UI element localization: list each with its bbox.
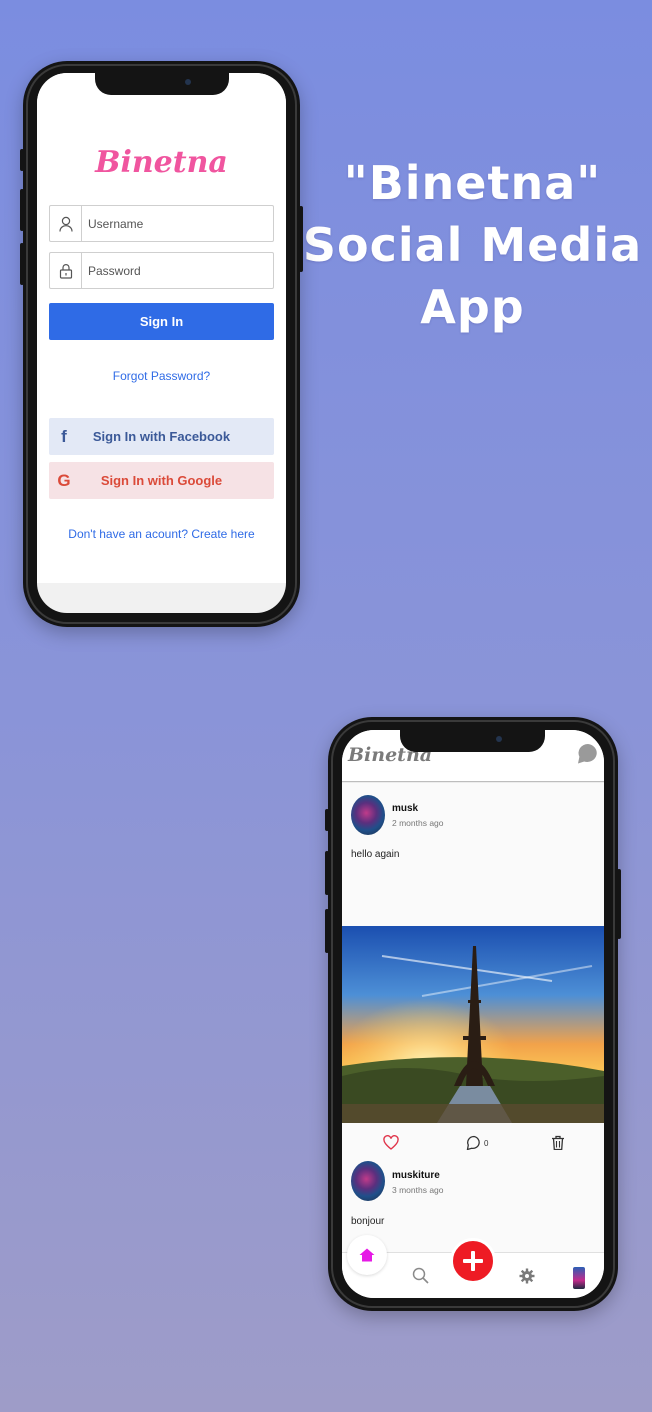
google-icon: G <box>57 470 71 490</box>
google-sign-in-button[interactable]: G Sign In with Google <box>49 462 274 499</box>
promo-title-line2: Social Media <box>302 218 643 272</box>
feed-phone-mockup: Binetna musk 2 months ago hello again 0 … <box>325 717 621 1311</box>
phone-power-button <box>299 206 303 272</box>
comment-icon <box>466 1135 480 1151</box>
create-account-link[interactable]: Don't have an acount? Create here <box>37 527 286 541</box>
sign-in-button[interactable]: Sign In <box>49 303 274 340</box>
heart-icon <box>383 1135 399 1150</box>
phone-mute-button <box>325 809 329 831</box>
app-logo: Binetna <box>95 145 228 180</box>
google-sign-in-label: Sign In with Google <box>100 473 223 488</box>
post-text: bonjour <box>351 1216 385 1227</box>
avatar[interactable] <box>351 1161 385 1201</box>
comment-button[interactable]: 0 <box>466 1135 488 1151</box>
feed-screen: Binetna musk 2 months ago hello again 0 … <box>342 730 604 1298</box>
front-camera <box>496 736 502 742</box>
facebook-sign-in-label: Sign In with Facebook <box>92 429 231 444</box>
phone-volume-down-button <box>20 243 24 285</box>
post-timestamp: 2 months ago <box>392 818 444 828</box>
trash-icon <box>552 1135 564 1151</box>
gear-icon[interactable] <box>519 1268 535 1289</box>
user-icon <box>50 206 82 241</box>
avatar[interactable] <box>351 795 385 835</box>
like-button[interactable] <box>383 1135 399 1150</box>
facebook-icon: f <box>61 426 67 446</box>
facebook-sign-in-button[interactable]: f Sign In with Facebook <box>49 418 274 455</box>
post-card: musk 2 months ago hello again 0 <box>342 783 604 1187</box>
promo-title-line3: App <box>420 280 525 334</box>
post-username[interactable]: musk <box>392 803 418 814</box>
phone-volume-up-button <box>325 851 329 895</box>
comment-count: 0 <box>484 1138 489 1148</box>
phone-power-button <box>617 869 621 939</box>
promo-title: "Binetna" Social Media App <box>300 152 645 338</box>
profile-icon[interactable] <box>573 1267 585 1289</box>
post-username[interactable]: muskiture <box>392 1170 440 1181</box>
username-input[interactable] <box>88 206 268 241</box>
home-button[interactable] <box>347 1235 387 1275</box>
post-image[interactable] <box>342 926 604 1123</box>
forgot-password-link[interactable]: Forgot Password? <box>37 369 286 383</box>
chat-icon[interactable] <box>576 742 600 766</box>
promo-title-line1: "Binetna" <box>343 156 602 210</box>
phone-notch <box>400 730 545 752</box>
phone-notch <box>95 73 229 95</box>
front-camera <box>185 79 191 85</box>
post-timestamp: 3 months ago <box>392 1185 444 1195</box>
delete-button[interactable] <box>551 1135 565 1151</box>
plus-icon <box>463 1251 483 1271</box>
search-icon[interactable] <box>412 1267 429 1289</box>
password-input[interactable] <box>88 253 268 288</box>
lock-icon <box>50 253 82 288</box>
add-post-button[interactable] <box>450 1238 496 1284</box>
post-text: hello again <box>351 849 400 860</box>
home-icon <box>359 1248 375 1262</box>
phone-volume-down-button <box>325 909 329 953</box>
password-field[interactable] <box>49 252 274 289</box>
login-screen: Binetna Sign In Forgot Password? f Sign … <box>37 73 286 613</box>
login-phone-mockup: Binetna Sign In Forgot Password? f Sign … <box>20 61 303 627</box>
phone-mute-button <box>20 149 24 171</box>
phone-volume-up-button <box>20 189 24 231</box>
username-field[interactable] <box>49 205 274 242</box>
